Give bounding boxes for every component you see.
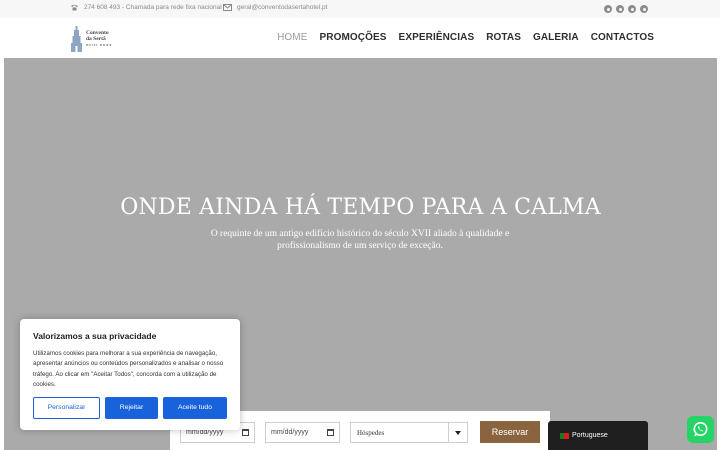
- reject-button[interactable]: Rejeitar: [105, 397, 158, 419]
- phone-text: 274 608 493 - Chamada para rede fixa nac…: [84, 4, 222, 11]
- chevron-down-icon[interactable]: [448, 423, 467, 442]
- email-contact[interactable]: geral@conventodasertahotel.pt: [223, 4, 327, 11]
- checkout-date-input[interactable]: mm/dd/yyyy: [265, 422, 340, 443]
- nav-contactos[interactable]: CONTACTOS: [591, 32, 654, 43]
- language-label: Portuguese: [572, 432, 608, 439]
- mail-icon: [223, 4, 232, 11]
- reserve-button[interactable]: Reservar: [480, 421, 540, 443]
- calendar-icon[interactable]: [327, 429, 334, 436]
- whatsapp-icon: [693, 422, 708, 437]
- nav-rotas[interactable]: ROTAS: [486, 32, 521, 43]
- hero-title: ONDE AINDA HÁ TEMPO PARA A CALMA: [120, 195, 601, 220]
- whatsapp-button[interactable]: [687, 416, 714, 443]
- nav-galeria[interactable]: GALERIA: [533, 32, 579, 43]
- pinterest-icon[interactable]: [628, 5, 636, 13]
- cookie-description: Utilizamos cookies para melhorar a sua e…: [33, 350, 224, 389]
- email-text: geral@conventodasertahotel.pt: [237, 4, 328, 11]
- portugal-flag-icon: [560, 432, 569, 439]
- guests-label: Hóspedes: [357, 429, 385, 437]
- hero-subtitle: O requinte de um antigo edifício históri…: [210, 229, 510, 251]
- logo-wordmark: Convento da Sertã HOTEL ★★★★: [86, 30, 112, 48]
- convent-tower-icon: [71, 26, 82, 52]
- facebook-icon[interactable]: [604, 5, 612, 13]
- checkout-placeholder: mm/dd/yyyy: [271, 429, 309, 436]
- accept-all-button[interactable]: Aceite tudo: [163, 397, 227, 419]
- phone-icon: [71, 4, 78, 11]
- guests-select[interactable]: Hóspedes: [350, 422, 468, 443]
- nav-promocoes[interactable]: PROMOÇÕES: [320, 32, 387, 43]
- cookie-consent-banner: Valorizamos a sua privacidade Utilizamos…: [20, 319, 240, 430]
- checkin-placeholder: mm/dd/yyyy: [186, 429, 224, 436]
- calendar-icon[interactable]: [242, 429, 249, 436]
- nav-home[interactable]: HOME: [277, 32, 307, 43]
- cookie-actions: Personalizar Rejeitar Aceite tudo: [33, 397, 227, 419]
- phone-contact[interactable]: 274 608 493 - Chamada para rede fixa nac…: [70, 4, 222, 11]
- site-logo[interactable]: Convento da Sertã HOTEL ★★★★: [70, 24, 120, 54]
- top-bar: 274 608 493 - Chamada para rede fixa nac…: [0, 0, 720, 18]
- language-switcher[interactable]: Portuguese: [548, 421, 648, 450]
- logo-line-3: HOTEL ★★★★: [86, 43, 113, 47]
- social-links: [604, 5, 648, 13]
- site-header: Convento da Sertã HOTEL ★★★★ HOME PROMOÇ…: [0, 18, 720, 58]
- cookie-title: Valorizamos a sua privacidade: [33, 331, 157, 341]
- customize-button[interactable]: Personalizar: [33, 397, 100, 419]
- instagram-icon[interactable]: [616, 5, 624, 13]
- main-nav: HOME PROMOÇÕES EXPERIÊNCIAS ROTAS GALERI…: [277, 32, 654, 43]
- tripadvisor-icon[interactable]: [640, 5, 648, 13]
- nav-experiencias[interactable]: EXPERIÊNCIAS: [399, 32, 475, 43]
